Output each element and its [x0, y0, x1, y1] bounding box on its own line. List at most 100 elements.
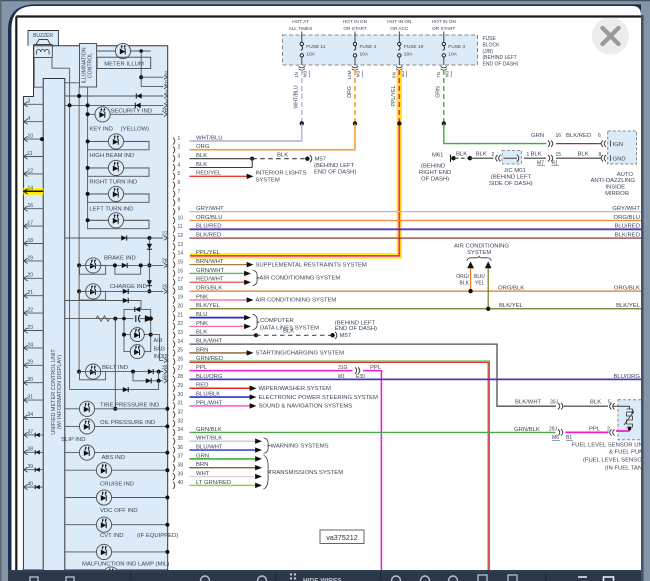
svg-text:BLK: BLK — [283, 329, 294, 335]
svg-text:AIR CONDITIONING: AIR CONDITIONING — [454, 243, 509, 249]
svg-text:26: 26 — [178, 357, 184, 363]
svg-text:16: 16 — [556, 133, 562, 139]
svg-text:10: 10 — [178, 215, 184, 221]
svg-text:PPL/YEL: PPL/YEL — [391, 85, 397, 106]
svg-text:STARTING/CHARGING SYSTEM: STARTING/CHARGING SYSTEM — [256, 351, 345, 357]
svg-text:GND: GND — [613, 156, 626, 162]
svg-text:(J/B): (J/B) — [483, 49, 494, 55]
svg-text:6N: 6N — [392, 72, 397, 78]
svg-text:9: 9 — [178, 206, 181, 212]
svg-text:M3: M3 — [444, 70, 449, 77]
svg-text:2: 2 — [165, 90, 168, 96]
svg-text:SLIP IND: SLIP IND — [61, 437, 85, 443]
svg-text:SOUND & NAVIGATION SYSTEMS: SOUND & NAVIGATION SYSTEMS — [259, 404, 353, 410]
svg-text:ALL TIMES: ALL TIMES — [289, 26, 313, 31]
svg-text:YEL: YEL — [475, 280, 485, 286]
svg-text:CONTROL: CONTROL — [88, 53, 94, 78]
svg-text:BLK/RED: BLK/RED — [566, 133, 591, 139]
svg-text:29J: 29J — [549, 427, 558, 433]
svg-text:ORG/BLK: ORG/BLK — [614, 286, 640, 292]
svg-text:SECURITY IND: SECURITY IND — [111, 108, 152, 114]
svg-text:BUZZER: BUZZER — [33, 33, 53, 39]
svg-text:29: 29 — [28, 360, 34, 366]
svg-text:CRUISE IND: CRUISE IND — [100, 482, 134, 488]
svg-text:16: 16 — [178, 268, 184, 274]
svg-text:14: 14 — [28, 186, 34, 192]
svg-text:BLK/: BLK/ — [474, 274, 485, 280]
svg-text:CHARGE IND: CHARGE IND — [110, 284, 147, 290]
svg-text:HOT IN ON: HOT IN ON — [343, 19, 367, 24]
svg-text:HIDE WIRES: HIDE WIRES — [303, 578, 342, 581]
svg-text:OF DASH): OF DASH) — [421, 176, 449, 182]
svg-text:MIRROR: MIRROR — [605, 191, 629, 197]
svg-text:END OF DASH): END OF DASH) — [335, 326, 377, 332]
svg-text:7N: 7N — [436, 72, 441, 78]
svg-text:37: 37 — [178, 454, 184, 460]
svg-text:METER ILLUM: METER ILLUM — [104, 61, 144, 67]
svg-text:BLU/ORG: BLU/ORG — [613, 374, 640, 380]
svg-text:WARNING SYSTEMS: WARNING SYSTEMS — [271, 443, 329, 449]
svg-text:PPL/YEL: PPL/YEL — [196, 250, 221, 256]
svg-text:ORG/: ORG/ — [456, 274, 469, 280]
svg-text:SYSTEM: SYSTEM — [256, 177, 280, 183]
svg-text:WHT/BLU: WHT/BLU — [294, 85, 300, 109]
svg-text:BLK: BLK — [578, 152, 589, 158]
svg-text:SYSTEM: SYSTEM — [467, 250, 491, 256]
svg-text:1N: 1N — [294, 72, 299, 78]
svg-text:29: 29 — [178, 383, 184, 389]
svg-text:9: 9 — [165, 71, 168, 77]
svg-text:GRN: GRN — [436, 86, 442, 98]
svg-text:(YELLOW): (YELLOW) — [121, 126, 150, 132]
svg-text:18: 18 — [178, 286, 184, 292]
svg-text:MALFUNCTION IND LAMP (MIL): MALFUNCTION IND LAMP (MIL) — [82, 562, 169, 568]
svg-text:BLK/YEL: BLK/YEL — [499, 303, 524, 309]
svg-text:M3: M3 — [356, 70, 361, 77]
svg-text:38: 38 — [28, 447, 34, 453]
svg-text:FUSE 19: FUSE 19 — [404, 44, 424, 50]
svg-text:11: 11 — [28, 151, 33, 157]
svg-text:25: 25 — [178, 348, 184, 354]
svg-text:GRN: GRN — [531, 133, 544, 139]
svg-text:22: 22 — [178, 321, 184, 327]
svg-text:HOT IN ON: HOT IN ON — [387, 19, 411, 24]
svg-text:21: 21 — [178, 312, 184, 318]
svg-text:15: 15 — [162, 354, 168, 360]
svg-text:38: 38 — [178, 463, 184, 469]
svg-text:10: 10 — [28, 134, 34, 140]
svg-text:6: 6 — [178, 180, 181, 186]
svg-text:BLK/RED: BLK/RED — [615, 233, 640, 239]
svg-text:(BEHIND: (BEHIND — [421, 164, 445, 170]
svg-text:KEY IND: KEY IND — [89, 126, 112, 132]
svg-text:10A: 10A — [360, 51, 369, 57]
svg-text:12: 12 — [28, 168, 34, 174]
svg-text:TIRE PRESSURE IND: TIRE PRESSURE IND — [100, 402, 159, 408]
svg-text:37: 37 — [28, 429, 34, 435]
svg-text:(BEHIND LEFT: (BEHIND LEFT — [314, 163, 355, 169]
svg-text:INSIDE: INSIDE — [605, 185, 625, 191]
svg-text:17: 17 — [28, 221, 34, 227]
svg-text:M61: M61 — [432, 153, 443, 159]
svg-text:BLU/RED: BLU/RED — [614, 224, 640, 230]
svg-text:WIPER/WASHER SYSTEM: WIPER/WASHER SYSTEM — [259, 386, 332, 392]
svg-text:(BEHIND LEFT: (BEHIND LEFT — [491, 174, 532, 180]
svg-text:31G: 31G — [338, 365, 348, 371]
svg-text:(BEHIND LEFT: (BEHIND LEFT — [483, 55, 517, 61]
svg-text:36: 36 — [162, 375, 168, 381]
svg-text:24: 24 — [178, 339, 184, 345]
svg-text:26: 26 — [162, 259, 168, 265]
svg-text:HOT AT: HOT AT — [292, 19, 309, 24]
svg-text:18: 18 — [28, 238, 34, 244]
svg-text:VDC OFF IND: VDC OFF IND — [100, 508, 138, 514]
svg-text:OR ACC: OR ACC — [390, 26, 409, 31]
svg-text:23: 23 — [28, 325, 34, 331]
svg-text:10A: 10A — [448, 51, 457, 57]
svg-text:4: 4 — [28, 116, 31, 122]
svg-text:FUSE 3: FUSE 3 — [448, 44, 465, 50]
svg-text:HIGH BEAM IND: HIGH BEAM IND — [89, 153, 134, 159]
svg-text:FUSE 11: FUSE 11 — [306, 44, 325, 50]
svg-text:PPL: PPL — [589, 427, 601, 433]
svg-text:OR START: OR START — [432, 26, 455, 31]
svg-text:4: 4 — [178, 162, 181, 168]
svg-text:SUPPLEMENTAL RESTRAINTS SYSTEM: SUPPLEMENTAL RESTRAINTS SYSTEM — [256, 262, 367, 268]
svg-text:LEFT TURN IND: LEFT TURN IND — [89, 206, 133, 212]
